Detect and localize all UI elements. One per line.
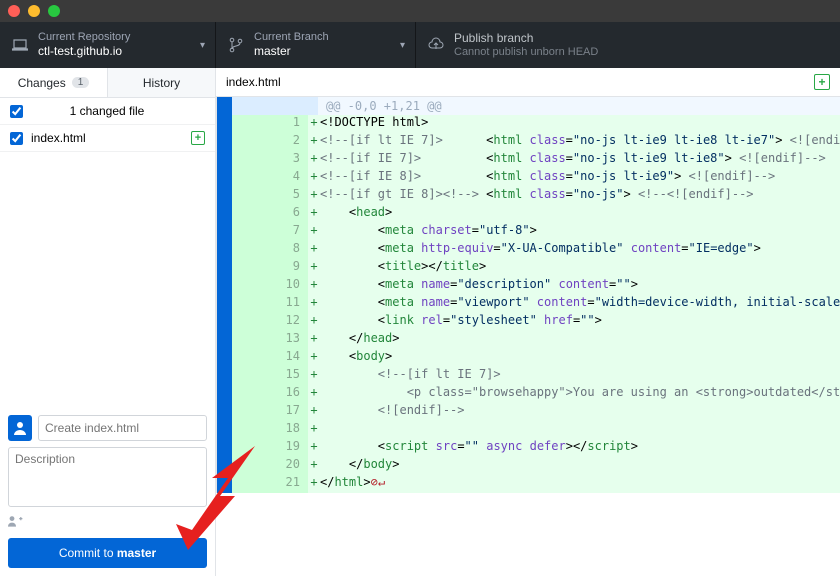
- diff-view[interactable]: @@ -0,0 +1,21 @@ 1+<!DOCTYPE html>2+<!--…: [216, 97, 840, 576]
- publish-label: Publish branch: [454, 31, 598, 46]
- tab-history-label: History: [143, 76, 180, 90]
- diff-line[interactable]: 6+ <head>: [232, 205, 840, 223]
- select-all-checkbox[interactable]: [10, 105, 23, 118]
- diff-hunk-header: @@ -0,0 +1,21 @@: [232, 97, 840, 115]
- diff-line[interactable]: 21+</html>⊘↵: [232, 475, 840, 493]
- minimize-window-button[interactable]: [28, 5, 40, 17]
- diff-line[interactable]: 14+ <body>: [232, 349, 840, 367]
- diff-line[interactable]: 18+: [232, 421, 840, 439]
- diff-line[interactable]: 7+ <meta charset="utf-8">: [232, 223, 840, 241]
- diff-line[interactable]: 11+ <meta name="viewport" content="width…: [232, 295, 840, 313]
- repo-label: Current Repository: [38, 31, 130, 45]
- diff-line[interactable]: 12+ <link rel="stylesheet" href="">: [232, 313, 840, 331]
- sidebar: Changes 1 History 1 changed file index.h…: [0, 68, 216, 576]
- diff-line[interactable]: 1+<!DOCTYPE html>: [232, 115, 840, 133]
- window-titlebar: [0, 0, 840, 22]
- chevron-down-icon: ▾: [400, 40, 405, 51]
- add-coauthor-button[interactable]: [8, 513, 207, 532]
- diff-line[interactable]: 16+ <p class="browsehappy">You are using…: [232, 385, 840, 403]
- tab-history[interactable]: History: [107, 68, 215, 97]
- expand-diff-button[interactable]: +: [814, 74, 830, 90]
- diff-line[interactable]: 9+ <title></title>: [232, 259, 840, 277]
- diff-line[interactable]: 4+<!--[if IE 8]> <html class="no-js lt-i…: [232, 169, 840, 187]
- diff-line[interactable]: 3+<!--[if IE 7]> <html class="no-js lt-i…: [232, 151, 840, 169]
- branch-switcher[interactable]: Current Branch master ▾: [216, 22, 416, 68]
- file-checkbox[interactable]: [10, 132, 23, 145]
- commit-form: Commit to master: [0, 407, 215, 576]
- diff-line[interactable]: 13+ </head>: [232, 331, 840, 349]
- diff-line[interactable]: 15+ <!--[if lt IE 7]>: [232, 367, 840, 385]
- branch-label: Current Branch: [254, 31, 329, 45]
- commit-button-prefix: Commit to: [59, 546, 117, 560]
- app-header: Current Repository ctl-test.github.io ▾ …: [0, 22, 840, 68]
- commit-button-branch: master: [117, 546, 156, 560]
- repository-switcher[interactable]: Current Repository ctl-test.github.io ▾: [0, 22, 216, 68]
- publish-sub: Cannot publish unborn HEAD: [454, 46, 598, 60]
- chevron-down-icon: ▾: [200, 40, 205, 51]
- repo-name: ctl-test.github.io: [38, 44, 130, 59]
- diff-scrollbar[interactable]: [216, 97, 232, 493]
- maximize-window-button[interactable]: [48, 5, 60, 17]
- diff-panel: index.html + @@ -0,0 +1,21 @@ 1+<!DOCTYP…: [216, 68, 840, 576]
- diff-line[interactable]: 5+<!--[if gt IE 8]><!--> <html class="no…: [232, 187, 840, 205]
- git-branch-icon: [228, 37, 244, 53]
- file-name: index.html: [31, 131, 86, 145]
- diff-line[interactable]: 19+ <script src="" async defer></script>: [232, 439, 840, 457]
- publish-branch-button[interactable]: Publish branch Cannot publish unborn HEA…: [416, 22, 840, 68]
- diff-line[interactable]: 2+<!--[if lt IE 7]> <html class="no-js l…: [232, 133, 840, 151]
- avatar: [8, 415, 32, 441]
- cloud-upload-icon: [428, 37, 444, 53]
- changed-files-count: 1 changed file: [70, 104, 145, 118]
- commit-summary-input[interactable]: [38, 415, 207, 441]
- branch-name: master: [254, 44, 329, 59]
- diff-line[interactable]: 8+ <meta http-equiv="X-UA-Compatible" co…: [232, 241, 840, 259]
- diff-line[interactable]: 17+ <![endif]-->: [232, 403, 840, 421]
- commit-description-input[interactable]: [8, 447, 207, 507]
- changed-file-row[interactable]: index.html +: [0, 125, 215, 152]
- added-file-icon: +: [191, 131, 205, 145]
- laptop-icon: [12, 37, 28, 53]
- tab-changes[interactable]: Changes 1: [0, 68, 107, 97]
- diff-line[interactable]: 20+ </body>: [232, 457, 840, 475]
- commit-button[interactable]: Commit to master: [8, 538, 207, 568]
- tab-changes-label: Changes: [18, 76, 66, 90]
- changed-files-header: 1 changed file: [0, 98, 215, 125]
- close-window-button[interactable]: [8, 5, 20, 17]
- diff-line[interactable]: 10+ <meta name="description" content="">: [232, 277, 840, 295]
- changes-count-badge: 1: [72, 77, 90, 88]
- diff-filename: index.html: [226, 75, 281, 89]
